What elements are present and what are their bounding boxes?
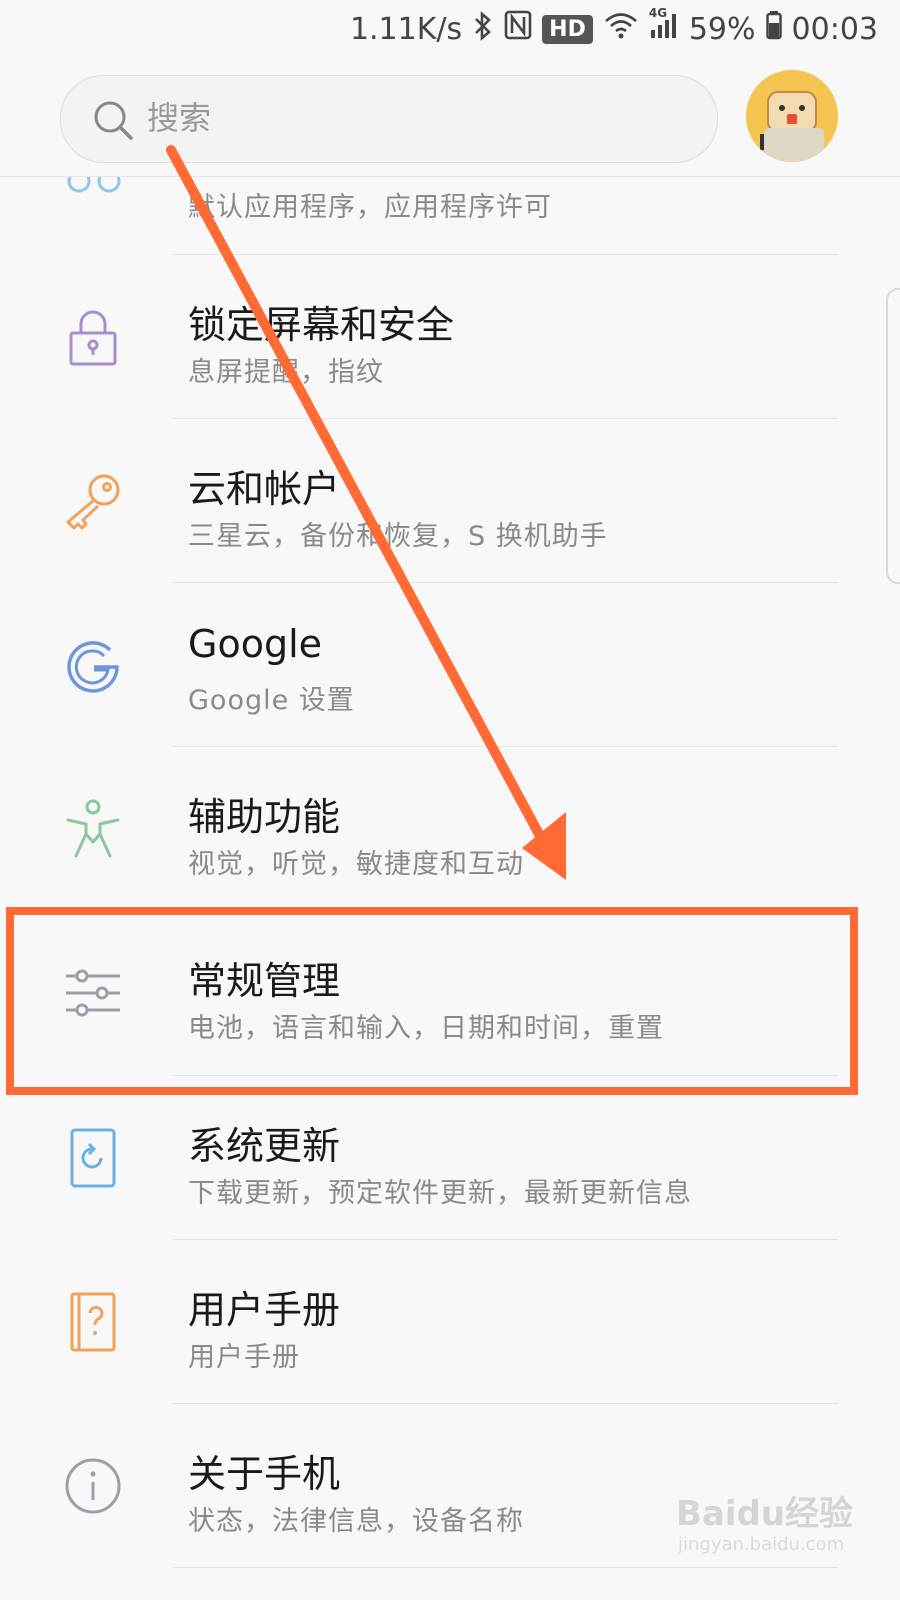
list-item-title: 用户手册 — [188, 1288, 341, 1332]
accessibility-icon — [66, 799, 120, 858]
bluetooth-icon — [472, 10, 494, 48]
list-item-general-management[interactable]: 常规管理 电池，语言和输入，日期和时间，重置 — [0, 910, 900, 1076]
google-icon — [67, 641, 119, 693]
list-item-title: 锁定屏幕和安全 — [188, 303, 455, 347]
list-item-title: Google — [188, 622, 323, 666]
settings-header — [0, 58, 900, 177]
apps-icon — [67, 177, 121, 193]
list-item-subtitle: 视觉，听觉，敏捷度和互动 — [188, 849, 524, 880]
avatar[interactable] — [746, 70, 838, 162]
signal-icon: 4G — [649, 6, 679, 48]
list-item-user-manual[interactable]: 用户手册 用户手册 — [0, 1239, 900, 1405]
scrollbar[interactable] — [886, 288, 900, 584]
key-icon — [66, 474, 120, 530]
wifi-icon — [603, 10, 639, 48]
list-item-subtitle: 用户手册 — [188, 1342, 300, 1373]
search-bar[interactable] — [60, 75, 718, 163]
list-item-title: 关于手机 — [188, 1452, 341, 1496]
list-item-apps-partial[interactable]: 默认应用程序，应用程序许可 — [0, 177, 900, 255]
sliders-icon — [66, 969, 120, 1017]
list-item-title: 辅助功能 — [188, 795, 341, 839]
list-item-title: 系统更新 — [188, 1124, 341, 1168]
toast-character-icon — [746, 70, 838, 162]
list-item-lock-screen-security[interactable]: 锁定屏幕和安全 息屏提醒，指纹 — [0, 254, 900, 420]
hd-badge: HD — [542, 14, 593, 44]
search-input[interactable] — [147, 96, 687, 140]
list-item-cloud-accounts[interactable]: 云和帐户 三星云，备份和恢复，S 换机助手 — [0, 418, 900, 584]
status-bar: 1.11K/s HD 4G 59% 00:03 — [0, 0, 900, 58]
system-update-icon — [70, 1128, 116, 1188]
list-item-accessibility[interactable]: 辅助功能 视觉，听觉，敏捷度和互动 — [0, 746, 900, 912]
list-item-subtitle: 默认应用程序，应用程序许可 — [188, 192, 552, 223]
list-item-subtitle: 息屏提醒，指纹 — [188, 357, 384, 388]
info-icon — [65, 1458, 121, 1514]
list-item-title: 云和帐户 — [188, 467, 341, 511]
battery-percent: 59% — [688, 11, 756, 47]
user-manual-icon — [70, 1292, 116, 1352]
status-icons: 1.11K/s HD 4G 59% 00:03 — [350, 6, 878, 52]
list-item-subtitle: Google 设置 — [188, 685, 355, 716]
watermark-url: jingyan.baidu.com — [678, 1534, 845, 1555]
watermark-logo-text: Baidu经验 — [676, 1494, 854, 1534]
list-item-title: 常规管理 — [188, 959, 341, 1003]
search-icon — [94, 101, 133, 140]
baidu-watermark: Baidu经验 jingyan.baidu.com — [676, 1478, 896, 1568]
list-item-subtitle: 状态，法律信息，设备名称 — [188, 1506, 524, 1537]
list-item-subtitle: 三星云，备份和恢复，S 换机助手 — [188, 521, 608, 552]
net-speed: 1.11K/s — [349, 11, 463, 47]
clock: 00:03 — [791, 11, 878, 47]
lock-icon — [69, 310, 117, 366]
list-item-subtitle: 下载更新，预定软件更新，最新更新信息 — [188, 1178, 692, 1209]
nfc-icon — [504, 10, 532, 48]
list-item-subtitle: 电池，语言和输入，日期和时间，重置 — [188, 1013, 664, 1044]
list-item-system-update[interactable]: 系统更新 下载更新，预定软件更新，最新更新信息 — [0, 1075, 900, 1241]
battery-icon — [765, 10, 782, 48]
list-item-google[interactable]: Google Google 设置 — [0, 582, 900, 748]
